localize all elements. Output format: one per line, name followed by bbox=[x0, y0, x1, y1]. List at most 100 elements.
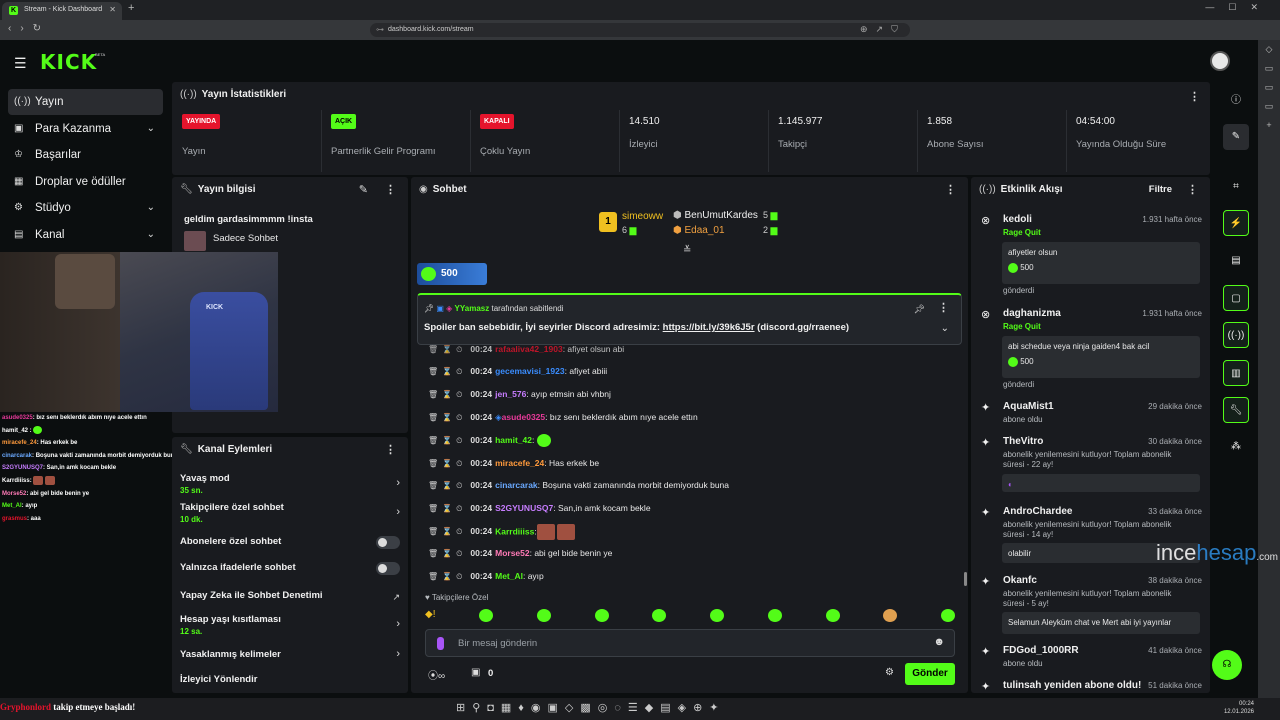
menu-icon[interactable]: ☰ bbox=[14, 55, 27, 72]
raid-action[interactable]: İzleyici Yönlendir bbox=[180, 674, 400, 685]
close-tab-icon[interactable]: ✕ bbox=[109, 2, 116, 18]
taskbar-app-icons[interactable]: ⊞⚲◘▦♦◉▣◇▩◎◌☰◆▤◈⊕✦ bbox=[456, 701, 726, 714]
emote-only-toggle[interactable] bbox=[376, 562, 400, 575]
followers-only-action[interactable]: Takipçilere özel sohbet 10 dk. › bbox=[180, 502, 400, 524]
top3-name[interactable]: ⬢ Edaa_01 bbox=[673, 225, 725, 236]
info-icon[interactable]: ⓘ bbox=[1223, 88, 1249, 114]
more-icon[interactable]: ⋮ bbox=[1187, 183, 1198, 196]
send-button[interactable]: Gönder bbox=[905, 663, 955, 685]
sidepanel-icon[interactable]: ▭ bbox=[1265, 101, 1274, 112]
sidepanel-icon[interactable]: ▭ bbox=[1265, 82, 1274, 93]
sidepanel-icon[interactable]: ▭ bbox=[1265, 63, 1274, 74]
kicks-goal-bar[interactable]: 500 bbox=[417, 263, 487, 285]
subscribers-only-toggle[interactable] bbox=[376, 536, 400, 549]
chevron-down-icon: ⌄ bbox=[146, 229, 155, 240]
quick-actions-icon[interactable]: ⚡ bbox=[1223, 210, 1249, 236]
message-actions-icon[interactable]: 🗑︎⌛⏲ bbox=[420, 390, 466, 399]
nav-item-studyo[interactable]: ⚙ Stüdyo ⌄ bbox=[8, 195, 163, 221]
chat-toggle-icon[interactable]: ▢ bbox=[1223, 285, 1249, 311]
subscribers-only-action: Abonelere özel sohbet bbox=[180, 536, 400, 549]
actions-toggle-icon[interactable]: ▥ bbox=[1223, 360, 1249, 386]
more-icon[interactable]: ⋮ bbox=[385, 443, 396, 456]
edit-icon[interactable]: ✎ bbox=[1223, 124, 1249, 150]
stream-category: Sadece Sohbet bbox=[213, 233, 278, 244]
browser-tab[interactable]: K Stream - Kick Dashboard ✕ bbox=[2, 2, 122, 20]
stat-followers: 1.145.977 Takipçi bbox=[769, 110, 918, 172]
chevron-down-icon[interactable]: ⌄ bbox=[941, 323, 949, 334]
chat-input-box[interactable]: Bir mesaj gönderin ☻ bbox=[425, 629, 955, 657]
taskbar-clock[interactable]: 00:24 12.01.2026 bbox=[1224, 700, 1254, 716]
sidepanel-icon[interactable]: + bbox=[1266, 120, 1271, 130]
emote-icon[interactable] bbox=[479, 609, 494, 622]
emote-icon[interactable] bbox=[652, 609, 667, 622]
support-icon[interactable]: ☊ bbox=[1212, 650, 1242, 680]
kick-logo[interactable]: KICK bbox=[40, 50, 97, 74]
nav-item-droplar[interactable]: ▦ Droplar ve ödüller bbox=[8, 169, 163, 195]
nav-item-para-kazanma[interactable]: ▣ Para Kazanma ⌄ bbox=[8, 116, 163, 142]
overlay-chat-line: Morse52: abi gel bide benin ye bbox=[2, 490, 90, 497]
message-actions-icon[interactable]: 🗑︎⌛⏲ bbox=[420, 527, 466, 536]
emote-icon[interactable] bbox=[536, 609, 551, 622]
channel-icon: ▤ bbox=[14, 229, 24, 240]
url-field[interactable]: ⊶ dashboard.kick.com/stream bbox=[370, 23, 910, 37]
message-actions-icon[interactable]: 🗑︎⌛⏲ bbox=[420, 572, 466, 581]
emote-icon[interactable] bbox=[594, 609, 609, 622]
message-actions-icon[interactable]: 🗑︎⌛⏲ bbox=[420, 504, 466, 513]
chat-settings-icon[interactable]: ⚙ bbox=[885, 667, 894, 678]
activity-toggle-icon[interactable]: ((·)) bbox=[1223, 322, 1249, 348]
wrench-icon[interactable]: 🔧︎ bbox=[1223, 397, 1249, 423]
avatar[interactable] bbox=[1210, 51, 1230, 71]
site-info-icon[interactable]: ⊶ bbox=[376, 23, 384, 37]
notes-icon[interactable]: ▤ bbox=[1223, 248, 1249, 274]
overlay-chat-line: Met_Al: ayıp bbox=[2, 503, 38, 510]
emote-icon[interactable] bbox=[767, 609, 782, 622]
emote-icon[interactable] bbox=[710, 609, 725, 622]
top2-name[interactable]: ⬢ BenUmutKardes bbox=[673, 210, 758, 221]
screenshot-icon[interactable]: ⌗ bbox=[1223, 174, 1249, 200]
more-icon[interactable]: ⋮ bbox=[1189, 90, 1200, 103]
more-panels-icon[interactable]: ⁂ bbox=[1223, 434, 1249, 460]
chat-scrollbar[interactable] bbox=[964, 572, 967, 586]
nav-item-yayin[interactable]: ((·)) Yayın bbox=[8, 89, 163, 115]
url-actions-icons[interactable]: ⊕↗⛉ bbox=[860, 24, 906, 35]
top2-count: 5 ▆ bbox=[763, 210, 778, 220]
emote-icon[interactable] bbox=[883, 609, 898, 622]
more-icon[interactable]: ⋮ bbox=[938, 301, 949, 314]
filter-button[interactable]: Filtre bbox=[1149, 184, 1172, 195]
slow-mode-action[interactable]: Yavaş mod 35 sn. › bbox=[180, 473, 400, 495]
emote-icon[interactable] bbox=[940, 609, 955, 622]
emote-icon[interactable]: ◆! bbox=[425, 609, 435, 625]
account-age-action[interactable]: Hesap yaşı kısıtlaması 12 sa. › bbox=[180, 614, 400, 636]
emoji-picker-icon[interactable]: ☻ bbox=[933, 636, 945, 648]
banned-words-action[interactable]: Yasaklanmış kelimeler › bbox=[180, 648, 400, 660]
top1-count: 6 ▆ bbox=[622, 225, 637, 235]
top1-name[interactable]: simeoww bbox=[622, 211, 663, 222]
message-actions-icon[interactable]: 🗑︎⌛⏲ bbox=[420, 436, 466, 445]
chat-title: ◉ Sohbet bbox=[419, 184, 467, 195]
emote-icon[interactable] bbox=[825, 609, 840, 622]
more-icon[interactable]: ⋮ bbox=[385, 183, 396, 196]
window-controls[interactable]: —☐✕ bbox=[1205, 2, 1272, 13]
new-tab-button[interactable]: + bbox=[128, 2, 134, 14]
browser-nav-icons[interactable]: ‹›↻ bbox=[8, 23, 50, 34]
pinned-link[interactable]: https://bit.ly/39k6J5r bbox=[663, 322, 755, 333]
gift-icon[interactable]: ▣ bbox=[471, 667, 480, 678]
edit-icon[interactable]: ✎ bbox=[359, 183, 368, 196]
nav-item-kanal[interactable]: ▤ Kanal ⌄ bbox=[8, 222, 163, 248]
channel-points-icon[interactable]: ⦿∞ bbox=[428, 667, 445, 682]
expand-leaderboard-icon[interactable]: ≚ bbox=[683, 245, 691, 256]
nav-item-basarilar[interactable]: ♔ Başarılar bbox=[8, 142, 163, 168]
message-actions-icon[interactable]: 🗑︎⌛⏲ bbox=[420, 549, 466, 558]
message-actions-icon[interactable]: 🗑︎⌛⏲ bbox=[420, 481, 466, 490]
message-actions-icon[interactable]: 🗑︎⌛⏲ bbox=[420, 459, 466, 468]
pin-icon: 📌︎ bbox=[424, 304, 437, 313]
mic-icon[interactable] bbox=[437, 637, 444, 650]
message-actions-icon[interactable]: 🗑︎⌛⏲ bbox=[420, 367, 466, 376]
unpin-icon[interactable]: 📌︎ bbox=[914, 304, 925, 315]
more-icon[interactable]: ⋮ bbox=[945, 183, 956, 196]
chat-input-placeholder: Bir mesaj gönderin bbox=[458, 638, 538, 649]
message-actions-icon[interactable]: 🗑︎⌛⏲ bbox=[420, 413, 466, 422]
message-actions-icon[interactable]: 🗑︎⌛⏲ bbox=[420, 345, 466, 354]
ai-moderation-action[interactable]: Yapay Zeka ile Sohbet Denetimi ↗ bbox=[180, 590, 400, 602]
sidepanel-icon[interactable]: ◇ bbox=[1266, 44, 1273, 55]
